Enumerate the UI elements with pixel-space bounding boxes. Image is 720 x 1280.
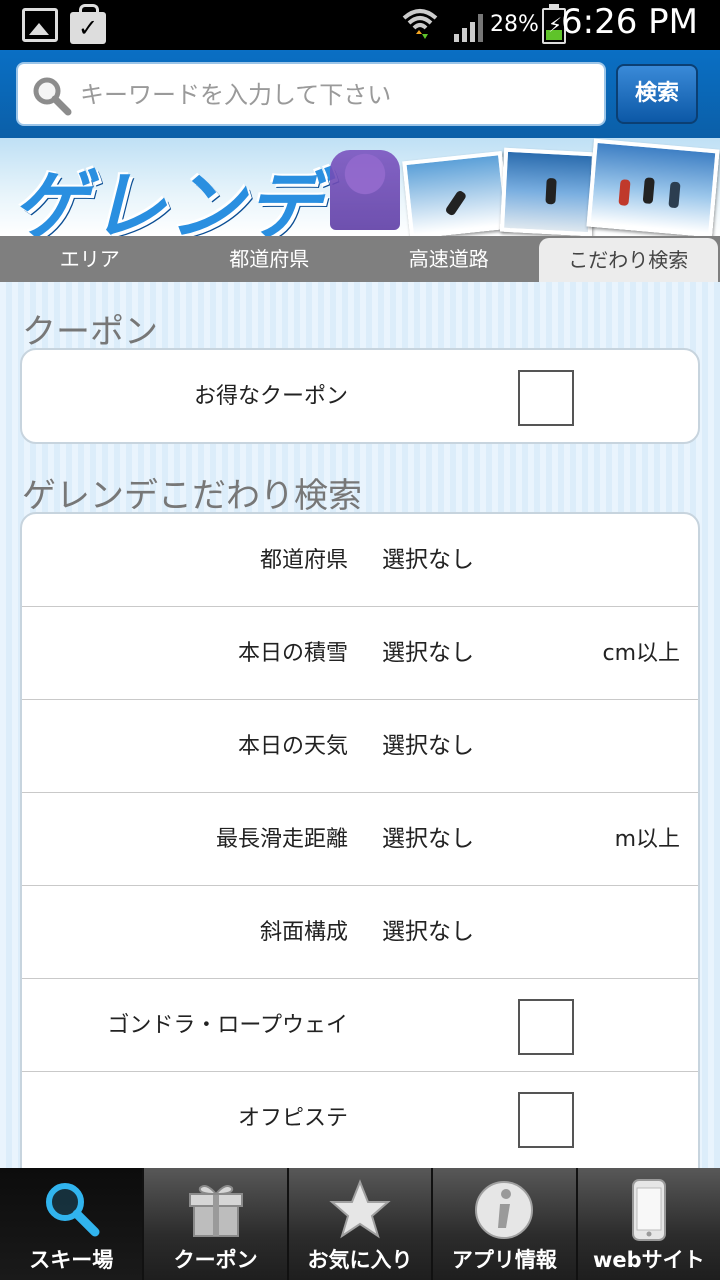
gondola-checkbox[interactable]	[518, 999, 574, 1055]
filter-row-gondola[interactable]: ゴンドラ・ロープウェイ	[22, 979, 698, 1072]
filter-label: 都道府県	[259, 548, 348, 573]
shopping-bag-check-icon: ✓	[70, 4, 106, 44]
filter-row-longest-run[interactable]: 最長滑走距離 選択なし m以上	[22, 793, 698, 886]
snowboarder-photo	[330, 150, 400, 230]
filter-row-snow-depth[interactable]: 本日の積雪 選択なし cm以上	[22, 607, 698, 700]
bottom-navigation: スキー場 クーポン お気に入り アプリ情報 webサイト	[0, 1168, 720, 1280]
coupon-section-title: クーポン	[22, 312, 158, 352]
filter-value[interactable]: 選択なし	[382, 886, 474, 979]
tab-area[interactable]: エリア	[0, 236, 180, 282]
search-button[interactable]: 検索	[616, 64, 698, 124]
nav-ski-resorts[interactable]: スキー場	[0, 1168, 145, 1280]
search-bar: 検索	[0, 50, 720, 138]
gelende-banner: ゲレンデ	[0, 138, 720, 236]
battery-percent: 28%	[490, 12, 539, 37]
filter-row-slope-composition[interactable]: 斜面構成 選択なし	[22, 886, 698, 979]
off-piste-checkbox[interactable]	[518, 1092, 574, 1148]
filter-row-prefecture[interactable]: 都道府県 選択なし	[22, 514, 698, 607]
nav-app-info[interactable]: アプリ情報	[433, 1168, 578, 1280]
category-tabs: エリア 都道府県 高速道路 こだわり検索	[0, 236, 720, 282]
signal-strength-icon	[454, 14, 483, 42]
filter-label: オフピステ	[237, 1106, 348, 1131]
filter-label: 最長滑走距離	[215, 827, 348, 852]
coupon-row-label: お得なクーポン	[193, 384, 348, 409]
filter-label: 斜面構成	[259, 920, 348, 945]
filter-value[interactable]: 選択なし	[382, 514, 474, 607]
filter-label: 本日の天気	[237, 734, 348, 759]
coupon-row[interactable]: お得なクーポン	[22, 350, 698, 442]
nav-coupon[interactable]: クーポン	[144, 1168, 289, 1280]
nav-label: クーポン	[173, 1248, 258, 1272]
nav-website[interactable]: webサイト	[577, 1168, 720, 1280]
group-snow-photo	[586, 138, 720, 236]
nav-label: webサイト	[592, 1248, 705, 1272]
status-bar: ✓ 28% ⚡ 6:26 PM	[0, 0, 720, 50]
filter-section-title: ゲレンデこだわり検索	[22, 476, 362, 516]
coupon-card: お得なクーポン	[20, 348, 700, 444]
nav-label: スキー場	[29, 1248, 114, 1272]
wifi-icon	[402, 9, 438, 39]
search-input[interactable]	[80, 74, 590, 116]
snowboard-jump-photo	[402, 150, 510, 236]
magnifier-icon	[46, 1183, 100, 1237]
ski-rail-photo	[499, 147, 597, 236]
nav-favorites[interactable]: お気に入り	[288, 1168, 434, 1280]
tab-expressway[interactable]: 高速道路	[359, 236, 539, 282]
nav-label: アプリ情報	[451, 1248, 557, 1272]
gallery-notification-icon	[22, 8, 58, 42]
tab-detailed-search[interactable]: こだわり検索	[538, 238, 718, 282]
filter-value[interactable]: 選択なし	[382, 607, 474, 700]
filter-unit: cm以上	[602, 641, 680, 666]
search-content: クーポン お得なクーポン ゲレンデこだわり検索 都道府県 選択なし 本日の積雪 …	[0, 282, 720, 1192]
filter-value[interactable]: 選択なし	[382, 793, 474, 886]
nav-label: お気に入り	[307, 1248, 413, 1272]
gift-icon	[188, 1185, 243, 1237]
filter-label: ゴンドラ・ロープウェイ	[107, 1013, 348, 1038]
banner-title: ゲレンデ	[12, 161, 324, 236]
filter-row-off-piste[interactable]: オフピステ	[22, 1072, 698, 1165]
search-box[interactable]	[16, 62, 606, 126]
coupon-checkbox[interactable]	[518, 370, 574, 426]
filter-card: 都道府県 選択なし 本日の積雪 選択なし cm以上 本日の天気 選択なし 最長滑…	[20, 512, 700, 1192]
info-icon	[475, 1181, 534, 1239]
filter-value[interactable]: 選択なし	[382, 700, 474, 793]
filter-label: 本日の積雪	[237, 641, 348, 666]
star-icon	[329, 1179, 391, 1239]
phone-icon	[631, 1179, 666, 1241]
search-icon	[33, 77, 72, 116]
filter-row-weather[interactable]: 本日の天気 選択なし	[22, 700, 698, 793]
clock: 6:26 PM	[561, 2, 698, 42]
tab-prefecture[interactable]: 都道府県	[180, 236, 360, 282]
filter-unit: m以上	[614, 827, 680, 852]
